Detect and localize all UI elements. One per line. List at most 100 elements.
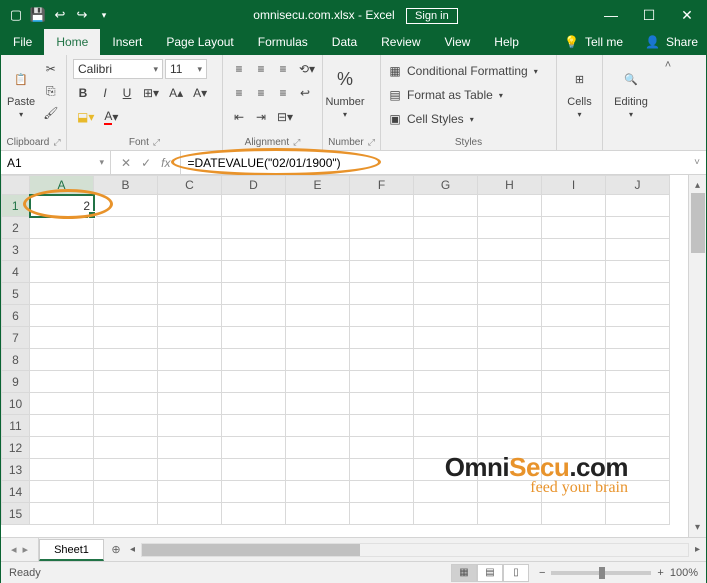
cells-button[interactable]: ⊞Cells▾ xyxy=(563,59,596,125)
number-format-button[interactable]: % Number ▾ xyxy=(329,59,361,125)
cell[interactable] xyxy=(158,195,222,217)
row-header[interactable]: 4 xyxy=(2,261,30,283)
cell[interactable] xyxy=(30,217,94,239)
tab-formulas[interactable]: Formulas xyxy=(246,29,320,55)
cell-grid[interactable]: ABCDEFGHIJ1223456789101112131415 OmniSec… xyxy=(1,175,688,537)
column-header[interactable]: A xyxy=(30,176,94,195)
fill-color-button[interactable]: ⬓▾ xyxy=(73,107,98,127)
scroll-up-icon[interactable]: ▴ xyxy=(695,177,700,193)
cell[interactable] xyxy=(30,437,94,459)
cell[interactable] xyxy=(222,481,286,503)
cell[interactable] xyxy=(350,349,414,371)
column-header[interactable]: C xyxy=(158,176,222,195)
cell[interactable] xyxy=(478,239,542,261)
cell[interactable] xyxy=(158,327,222,349)
cell[interactable] xyxy=(286,327,350,349)
redo-icon[interactable]: ↪ xyxy=(73,6,91,24)
sheet-nav[interactable]: ◂▸ xyxy=(1,538,39,561)
row-header[interactable]: 7 xyxy=(2,327,30,349)
cell[interactable] xyxy=(94,371,158,393)
cell[interactable] xyxy=(478,217,542,239)
row-header[interactable]: 8 xyxy=(2,349,30,371)
cell[interactable] xyxy=(350,283,414,305)
cell[interactable] xyxy=(286,283,350,305)
cell[interactable] xyxy=(222,327,286,349)
cell[interactable] xyxy=(606,239,670,261)
cell[interactable] xyxy=(478,481,542,503)
cell[interactable]: 2 xyxy=(30,195,94,217)
scroll-down-icon[interactable]: ▾ xyxy=(695,519,700,535)
italic-button[interactable]: I xyxy=(95,83,115,103)
formula-input[interactable]: =DATEVALUE("02/01/1900") ˅ xyxy=(181,151,706,174)
cell[interactable] xyxy=(414,503,478,525)
cell[interactable] xyxy=(414,217,478,239)
cell[interactable] xyxy=(350,503,414,525)
cell[interactable] xyxy=(158,349,222,371)
decrease-indent-icon[interactable]: ⇤ xyxy=(229,107,249,127)
increase-font-icon[interactable]: A▴ xyxy=(165,83,187,103)
cell[interactable] xyxy=(414,349,478,371)
zoom-out-button[interactable]: − xyxy=(539,567,545,579)
cell[interactable] xyxy=(286,371,350,393)
cell[interactable] xyxy=(30,415,94,437)
tab-insert[interactable]: Insert xyxy=(100,29,154,55)
cell[interactable] xyxy=(478,459,542,481)
cell[interactable] xyxy=(606,349,670,371)
share-button[interactable]: Share xyxy=(666,35,698,49)
tell-me[interactable]: Tell me xyxy=(585,35,623,49)
cell[interactable] xyxy=(158,217,222,239)
cell[interactable] xyxy=(606,195,670,217)
tab-home[interactable]: Home xyxy=(44,29,100,55)
cell[interactable] xyxy=(94,503,158,525)
cell[interactable] xyxy=(222,415,286,437)
format-painter-icon[interactable]: 🖌 xyxy=(39,103,62,123)
cell[interactable] xyxy=(222,217,286,239)
cell[interactable] xyxy=(158,283,222,305)
format-as-table-button[interactable]: ▤Format as Table▾ xyxy=(387,85,507,105)
zoom-slider[interactable] xyxy=(551,571,651,575)
cell[interactable] xyxy=(414,481,478,503)
scroll-right-icon[interactable]: ▸ xyxy=(693,544,702,555)
cell[interactable] xyxy=(542,283,606,305)
add-sheet-button[interactable]: ⊕ xyxy=(104,538,128,561)
cell[interactable] xyxy=(158,503,222,525)
cell[interactable] xyxy=(350,261,414,283)
row-header[interactable]: 10 xyxy=(2,393,30,415)
cell[interactable] xyxy=(286,503,350,525)
cell[interactable] xyxy=(542,327,606,349)
tab-view[interactable]: View xyxy=(433,29,483,55)
cell[interactable] xyxy=(222,393,286,415)
enter-formula-icon[interactable]: ✓ xyxy=(141,156,151,170)
cell[interactable] xyxy=(94,349,158,371)
cell[interactable] xyxy=(606,393,670,415)
cell[interactable] xyxy=(414,371,478,393)
expand-formula-bar-icon[interactable]: ˅ xyxy=(694,157,700,168)
normal-view-button[interactable]: ▦ xyxy=(451,564,477,582)
namebox-dropdown-icon[interactable]: ▾ xyxy=(99,157,104,168)
row-header[interactable]: 9 xyxy=(2,371,30,393)
cell[interactable] xyxy=(158,481,222,503)
cell[interactable] xyxy=(542,415,606,437)
cell[interactable] xyxy=(478,349,542,371)
undo-icon[interactable]: ↩ xyxy=(51,6,69,24)
cell[interactable] xyxy=(414,261,478,283)
collapse-ribbon-icon[interactable]: ˄ xyxy=(659,55,677,150)
clipboard-launcher[interactable]: ⤢ xyxy=(53,137,60,148)
cell[interactable] xyxy=(30,305,94,327)
wrap-text-icon[interactable]: ↩ xyxy=(295,83,315,103)
editing-button[interactable]: 🔍Editing▾ xyxy=(609,59,653,125)
column-header[interactable]: E xyxy=(286,176,350,195)
cell[interactable] xyxy=(542,371,606,393)
name-box[interactable]: A1 ▾ xyxy=(1,151,111,174)
cell[interactable] xyxy=(222,239,286,261)
copy-icon[interactable]: ⎘ xyxy=(39,81,62,101)
minimize-button[interactable]: — xyxy=(592,1,630,29)
qat-dropdown-icon[interactable]: ▾ xyxy=(95,6,113,24)
page-layout-view-button[interactable]: ▤ xyxy=(477,564,503,582)
cell[interactable] xyxy=(222,195,286,217)
column-header[interactable]: B xyxy=(94,176,158,195)
border-button[interactable]: ⊞▾ xyxy=(139,83,163,103)
cell[interactable] xyxy=(158,305,222,327)
zoom-in-button[interactable]: + xyxy=(657,567,663,579)
cell[interactable] xyxy=(414,415,478,437)
